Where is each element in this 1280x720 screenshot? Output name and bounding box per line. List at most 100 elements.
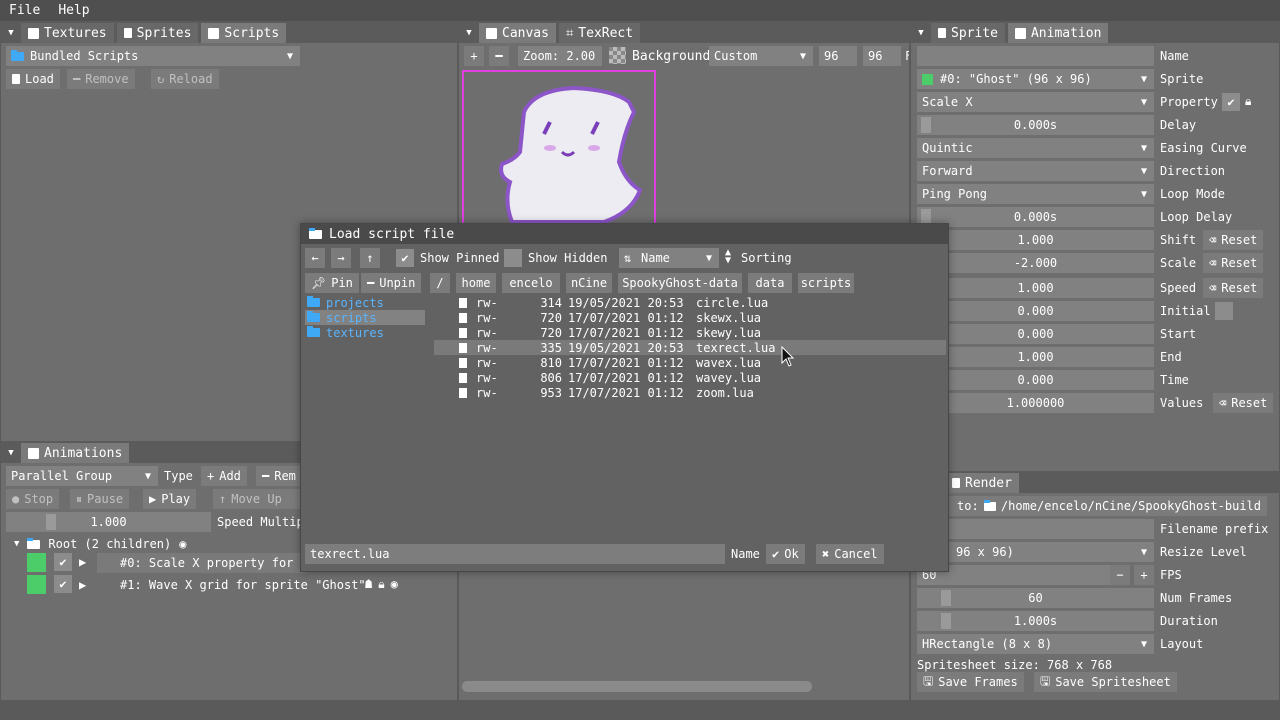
path-segment-button[interactable]: nCine bbox=[566, 273, 612, 293]
pause-button[interactable]: ⏸ Pause bbox=[70, 489, 130, 509]
tab-scripts[interactable]: Scripts bbox=[201, 23, 287, 43]
property-speed-slider[interactable]: 1.000 bbox=[917, 278, 1154, 298]
property-direction-combo[interactable]: Forward ▼ bbox=[917, 161, 1154, 181]
property-initial-slider[interactable]: 0.000 bbox=[917, 301, 1154, 321]
target-icon[interactable]: ◉ bbox=[391, 577, 398, 592]
tab-sprites[interactable]: Sprites bbox=[116, 23, 199, 43]
reset-scale-button[interactable]: ⌫ Reset bbox=[1203, 253, 1264, 273]
tab-textures[interactable]: Textures bbox=[21, 23, 114, 43]
tab-sprite[interactable]: Sprite bbox=[931, 23, 1005, 43]
remove-button[interactable]: ━ Remove bbox=[67, 69, 135, 89]
play-icon[interactable]: ▶ bbox=[79, 578, 86, 592]
path-segment-button[interactable]: SpookyGhost-data bbox=[618, 273, 742, 293]
scripts-combo[interactable]: Bundled Scripts ▼ bbox=[6, 46, 300, 66]
property-values-slider[interactable]: 1.000000 bbox=[917, 393, 1154, 413]
show-hidden-checkbox[interactable] bbox=[504, 249, 522, 267]
animation-color-swatch[interactable] bbox=[27, 553, 46, 572]
group-type-combo[interactable]: Parallel Group ▼ bbox=[6, 466, 158, 486]
property-scale-slider[interactable]: -2.000 bbox=[917, 253, 1154, 273]
property-end-slider[interactable]: 1.000 bbox=[917, 347, 1154, 367]
stop-button[interactable]: ● Stop bbox=[6, 489, 60, 509]
fps-increase-button[interactable]: + bbox=[1134, 565, 1154, 585]
filename-prefix-field[interactable] bbox=[917, 519, 1154, 539]
file-item[interactable]: rw- 314 19/05/2021 20:53 circle.lua bbox=[434, 295, 946, 310]
property-start-slider[interactable]: 0.000 bbox=[917, 324, 1154, 344]
reset-values-button[interactable]: ⌫ Reset bbox=[1213, 393, 1274, 413]
ok-button[interactable]: ✔ Ok bbox=[766, 544, 805, 564]
collapse-arrow-icon[interactable]: ▼ bbox=[1, 23, 21, 43]
animation-item[interactable]: #0: Scale X property for s bbox=[97, 553, 307, 573]
zoom-in-button[interactable]: + bbox=[464, 46, 484, 66]
play-icon[interactable]: ▶ bbox=[79, 555, 86, 569]
remove-animation-button[interactable]: ━ Rem bbox=[256, 466, 304, 486]
animation-enabled-checkbox[interactable]: ✔ bbox=[54, 553, 72, 571]
slider-handle[interactable] bbox=[46, 514, 56, 530]
unpin-button[interactable]: ━ Unpin bbox=[361, 273, 422, 293]
sort-combo[interactable]: ⇅ Name ▼ bbox=[619, 248, 719, 268]
path-segment-button[interactable]: data bbox=[748, 273, 792, 293]
property-enabled-checkbox[interactable]: ✔ bbox=[1222, 93, 1240, 111]
directory-item[interactable]: projects bbox=[305, 295, 425, 310]
zoom-out-button[interactable]: ━ bbox=[489, 46, 509, 66]
tab-canvas[interactable]: Canvas bbox=[479, 23, 556, 43]
path-segment-button[interactable]: / bbox=[430, 273, 450, 293]
directory-item[interactable]: scripts bbox=[305, 310, 425, 325]
resize-level-combo[interactable]: 96 x 96) ▼ bbox=[917, 542, 1154, 562]
back-button[interactable]: ← bbox=[305, 248, 325, 268]
background-combo[interactable]: Custom ▼ bbox=[709, 46, 813, 66]
animation-color-swatch[interactable] bbox=[27, 575, 46, 594]
slider-handle[interactable] bbox=[921, 117, 931, 133]
lock-icon[interactable]: 🔒︎ bbox=[1245, 94, 1251, 109]
canvas-height-field[interactable]: 96 bbox=[863, 46, 901, 66]
animation-item[interactable]: #1: Wave X grid for sprite "Ghost" bbox=[120, 578, 366, 592]
add-animation-button[interactable]: + Add bbox=[201, 466, 247, 486]
initial-checkbox[interactable] bbox=[1215, 302, 1233, 320]
layout-combo[interactable]: HRectangle (8 x 8) ▼ bbox=[917, 634, 1154, 654]
load-button[interactable]: Load bbox=[6, 69, 60, 89]
save-frames-button[interactable]: 🖫 Save Frames bbox=[917, 672, 1024, 692]
menu-help[interactable]: Help bbox=[49, 3, 98, 18]
property-delay-slider[interactable]: 0.000s bbox=[917, 115, 1154, 135]
root-node[interactable]: ▼ Root (2 children) ◉ bbox=[14, 537, 186, 551]
file-item[interactable]: rw- 806 17/07/2021 01:12 wavey.lua bbox=[434, 370, 946, 385]
speed-multiplier-slider[interactable]: 1.000 bbox=[6, 512, 211, 532]
forward-button[interactable]: → bbox=[331, 248, 351, 268]
reset-speed-button[interactable]: ⌫ Reset bbox=[1203, 278, 1264, 298]
target-icon[interactable]: ◉ bbox=[179, 537, 186, 551]
zoom-field[interactable]: Zoom: 2.00 bbox=[518, 46, 602, 66]
filename-input[interactable]: texrect.lua bbox=[305, 544, 725, 564]
path-segment-button[interactable]: encelo bbox=[502, 273, 560, 293]
slider-handle[interactable] bbox=[941, 590, 951, 606]
pin-button[interactable]: 📌︎ Pin bbox=[305, 273, 359, 293]
canvas-width-field[interactable]: 96 bbox=[819, 46, 857, 66]
slider-handle[interactable] bbox=[941, 613, 951, 629]
animation-enabled-checkbox[interactable]: ✔ bbox=[54, 575, 72, 593]
tab-texrect[interactable]: ⌗ TexRect bbox=[558, 23, 641, 43]
file-item[interactable]: rw- 810 17/07/2021 01:12 wavex.lua bbox=[434, 355, 946, 370]
play-button[interactable]: ▶ Play bbox=[143, 489, 197, 509]
parent-dir-button[interactable]: ↑ bbox=[360, 248, 380, 268]
file-item[interactable]: rw- 335 19/05/2021 20:53 texrect.lua bbox=[434, 340, 946, 355]
num-frames-slider[interactable]: 60 bbox=[917, 588, 1154, 608]
collapse-arrow-icon[interactable]: ▼ bbox=[459, 23, 479, 43]
property-property-combo[interactable]: Scale X ▼ bbox=[917, 92, 1154, 112]
property-sprite-combo[interactable]: #0: "Ghost" (96 x 96) ▼ bbox=[917, 69, 1154, 89]
file-item[interactable]: rw- 953 17/07/2021 01:12 zoom.lua bbox=[434, 385, 946, 400]
move-up-button[interactable]: ↑ Move Up bbox=[213, 489, 303, 509]
menu-file[interactable]: File bbox=[0, 3, 49, 18]
tab-animations[interactable]: Animations bbox=[21, 443, 130, 463]
file-item[interactable]: rw- 720 17/07/2021 01:12 skewy.lua bbox=[434, 325, 946, 340]
sort-direction-icon[interactable]: ▲ ▼ bbox=[725, 248, 731, 266]
save-spritesheet-button[interactable]: 🖫 Save Spritesheet bbox=[1034, 672, 1177, 692]
lock-icon[interactable]: 🔒︎ bbox=[378, 577, 384, 592]
property-loop-delay-slider[interactable]: 0.000s bbox=[917, 207, 1154, 227]
save-to-button[interactable]: to: /home/encelo/nCine/SpookyGhost-build bbox=[917, 496, 1267, 516]
ghost-icon[interactable]: ☗ bbox=[365, 577, 372, 592]
collapse-arrow-icon[interactable]: ▼ bbox=[911, 23, 931, 43]
cancel-button[interactable]: ✖ Cancel bbox=[816, 544, 884, 564]
reload-button[interactable]: ↻ Reload bbox=[151, 69, 219, 89]
tab-render[interactable]: Render bbox=[945, 473, 1019, 493]
file-item[interactable]: rw- 720 17/07/2021 01:12 skewx.lua bbox=[434, 310, 946, 325]
property-name-field[interactable] bbox=[917, 46, 1154, 66]
property-loop-mode-combo[interactable]: Ping Pong ▼ bbox=[917, 184, 1154, 204]
